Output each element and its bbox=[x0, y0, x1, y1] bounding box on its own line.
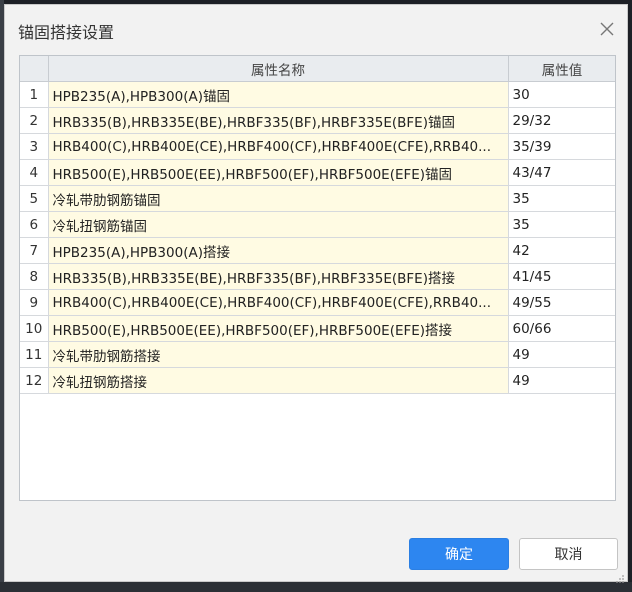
table-header-row: 属性名称 属性值 bbox=[20, 56, 615, 82]
row-index-cell: 11 bbox=[20, 341, 49, 368]
table-row[interactable]: 5 冷轧带肋钢筋锚固 35 bbox=[20, 185, 615, 212]
anchorage-lap-settings-dialog: 锚固搭接设置 属性名称 属性值 1 HPB235(A),HPB300(A)锚固 30… bbox=[4, 4, 628, 583]
row-index-cell: 7 bbox=[20, 237, 49, 264]
property-value-cell[interactable]: 42 bbox=[508, 237, 615, 264]
table-row[interactable]: 12 冷轧扭钢筋搭接 49 bbox=[20, 367, 615, 394]
property-value-cell[interactable]: 49 bbox=[508, 341, 615, 368]
ok-button[interactable]: 确定 bbox=[409, 538, 509, 570]
property-value-cell[interactable]: 41/45 bbox=[508, 263, 615, 290]
resize-grip-icon[interactable] bbox=[615, 569, 625, 583]
property-value-cell[interactable]: 35 bbox=[508, 185, 615, 212]
cancel-button[interactable]: 取消 bbox=[519, 538, 618, 570]
dialog-title: 锚固搭接设置 bbox=[18, 23, 115, 42]
table-row[interactable]: 8 HRB335(B),HRB335E(BE),HRBF335(BF),HRBF3… bbox=[20, 263, 615, 290]
property-name-cell[interactable]: 冷轧带肋钢筋锚固 bbox=[48, 185, 509, 212]
table-row[interactable]: 7 HPB235(A),HPB300(A)搭接 42 bbox=[20, 237, 615, 264]
row-index-cell: 8 bbox=[20, 263, 49, 290]
property-value-cell[interactable]: 29/32 bbox=[508, 107, 615, 134]
property-value-cell[interactable]: 43/47 bbox=[508, 159, 615, 186]
row-index-cell: 1 bbox=[20, 81, 49, 108]
property-value-cell[interactable]: 35 bbox=[508, 211, 615, 238]
property-name-cell[interactable]: HRB335(B),HRB335E(BE),HRBF335(BF),HRBF33… bbox=[48, 107, 509, 134]
table-row[interactable]: 4 HRB500(E),HRB500E(EE),HRBF500(EF),HRBF5… bbox=[20, 159, 615, 186]
table-row[interactable]: 10 HRB500(E),HRB500E(EE),HRBF500(EF),HRBF… bbox=[20, 315, 615, 342]
property-name-cell[interactable]: HRB500(E),HRB500E(EE),HRBF500(EF),HRBF50… bbox=[48, 159, 509, 186]
close-icon[interactable] bbox=[597, 19, 617, 39]
table-row[interactable]: 1 HPB235(A),HPB300(A)锚固 30 bbox=[20, 81, 615, 108]
property-name-cell[interactable]: HRB335(B),HRB335E(BE),HRBF335(BF),HRBF33… bbox=[48, 263, 509, 290]
row-index-cell: 4 bbox=[20, 159, 49, 186]
table-row[interactable]: 3 HRB400(C),HRB400E(CE),HRBF400(CF),HRBF4… bbox=[20, 133, 615, 160]
column-header-index bbox=[20, 56, 49, 82]
property-name-cell[interactable]: HPB235(A),HPB300(A)搭接 bbox=[48, 237, 509, 264]
property-value-cell[interactable]: 30 bbox=[508, 81, 615, 108]
row-index-cell: 3 bbox=[20, 133, 49, 160]
property-value-cell[interactable]: 60/66 bbox=[508, 315, 615, 342]
property-name-cell[interactable]: HPB235(A),HPB300(A)锚固 bbox=[48, 81, 509, 108]
property-value-cell[interactable]: 49/55 bbox=[508, 289, 615, 316]
property-name-cell[interactable]: HRB400(C),HRB400E(CE),HRBF400(CF),HRBF40… bbox=[48, 133, 509, 160]
column-header-property-name[interactable]: 属性名称 bbox=[48, 56, 509, 82]
background-edge-bottom bbox=[0, 582, 632, 592]
dialog-title-bar[interactable]: 锚固搭接设置 bbox=[5, 5, 627, 53]
row-index-cell: 2 bbox=[20, 107, 49, 134]
column-header-property-value[interactable]: 属性值 bbox=[508, 56, 615, 82]
property-grid[interactable]: 属性名称 属性值 1 HPB235(A),HPB300(A)锚固 30 2 HRB335… bbox=[19, 55, 616, 501]
table-row[interactable]: 9 HRB400(C),HRB400E(CE),HRBF400(CF),HRBF4… bbox=[20, 289, 615, 316]
row-index-cell: 9 bbox=[20, 289, 49, 316]
property-name-cell[interactable]: HRB400(C),HRB400E(CE),HRBF400(CF),HRBF40… bbox=[48, 289, 509, 316]
table-row[interactable]: 2 HRB335(B),HRB335E(BE),HRBF335(BF),HRBF3… bbox=[20, 107, 615, 134]
row-index-cell: 6 bbox=[20, 211, 49, 238]
property-value-cell[interactable]: 35/39 bbox=[508, 133, 615, 160]
table-row[interactable]: 6 冷轧扭钢筋锚固 35 bbox=[20, 211, 615, 238]
row-index-cell: 5 bbox=[20, 185, 49, 212]
property-table: 属性名称 属性值 1 HPB235(A),HPB300(A)锚固 30 2 HRB335… bbox=[20, 56, 615, 394]
property-value-cell[interactable]: 49 bbox=[508, 367, 615, 394]
property-name-cell[interactable]: 冷轧扭钢筋搭接 bbox=[48, 367, 509, 394]
row-index-cell: 10 bbox=[20, 315, 49, 342]
row-index-cell: 12 bbox=[20, 367, 49, 394]
table-row[interactable]: 11 冷轧带肋钢筋搭接 49 bbox=[20, 341, 615, 368]
property-name-cell[interactable]: 冷轧扭钢筋锚固 bbox=[48, 211, 509, 238]
property-name-cell[interactable]: HRB500(E),HRB500E(EE),HRBF500(EF),HRBF50… bbox=[48, 315, 509, 342]
property-name-cell[interactable]: 冷轧带肋钢筋搭接 bbox=[48, 341, 509, 368]
